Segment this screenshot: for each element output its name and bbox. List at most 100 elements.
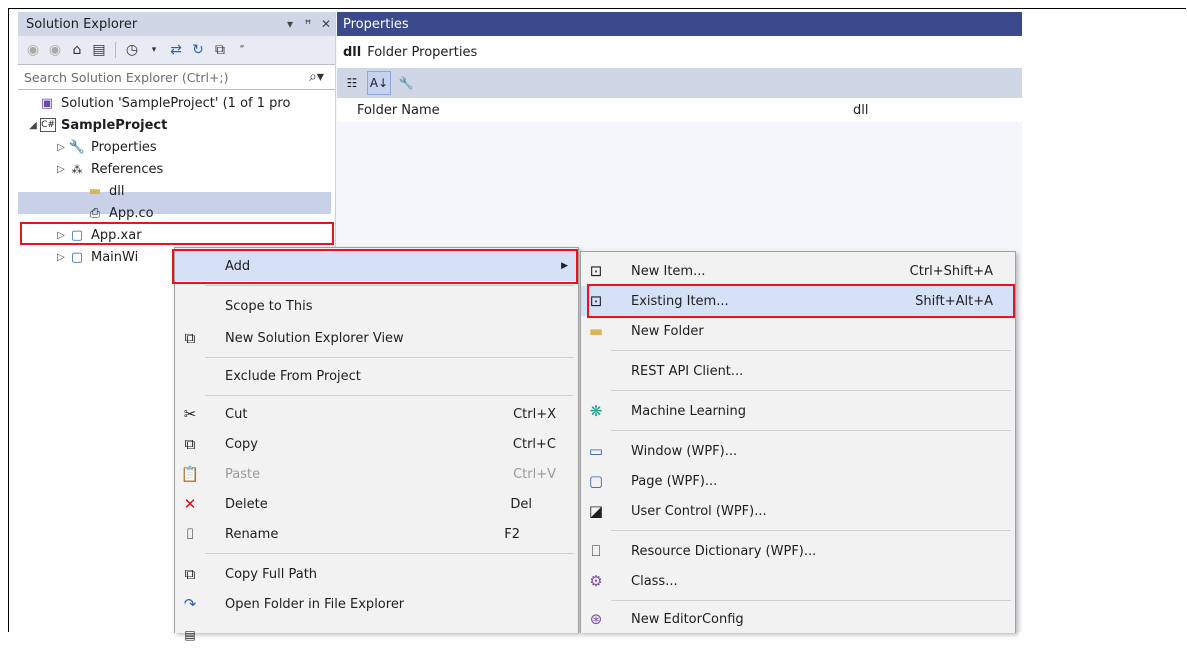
pending-changes-filter-icon[interactable]: ◷ [123, 41, 141, 59]
menu-item-scope-to-this[interactable]: Scope to This [175, 291, 578, 321]
menu-separator [611, 600, 1011, 601]
menu-item-user-control-wpf[interactable]: ◪ User Control (WPF)... [581, 496, 1015, 526]
menu-item-rest-api-client[interactable]: REST API Client... [581, 356, 1015, 386]
terminal-icon: ▤ [184, 628, 196, 642]
collapsed-arrow-icon[interactable]: ▷ [54, 252, 68, 263]
chevron-down-icon[interactable]: ▾ [145, 41, 163, 59]
open-folder-icon: ↷ [183, 595, 197, 613]
machine-learning-icon: ❋ [589, 402, 603, 420]
object-type: Folder Properties [367, 44, 478, 60]
tree-item-references[interactable]: ▷ ⁂ References [54, 158, 163, 180]
cut-icon: ✂ [183, 405, 197, 423]
tree-item-solution[interactable]: ▣ Solution 'SampleProject' (1 of 1 pro [38, 92, 291, 114]
collapsed-arrow-icon[interactable]: ▷ [54, 142, 68, 153]
properties-toolbar: ☷ A↓ 🔧 [337, 68, 1022, 98]
property-pages-icon[interactable]: 🔧 [395, 72, 417, 94]
wrench-icon: 🔧 [68, 139, 86, 155]
menu-item-rename[interactable]: ⌷ Rename F2 [175, 519, 578, 549]
solution-icon: ▣ [40, 95, 54, 111]
tree-item-properties[interactable]: ▷ 🔧 Properties [54, 136, 157, 158]
collapsed-arrow-icon[interactable]: ▷ [54, 164, 68, 175]
config-file-icon: ⎙ [89, 205, 101, 221]
copy-path-icon: ⧉ [184, 565, 196, 583]
overflow-icon[interactable]: ʺ [233, 41, 251, 59]
class-icon: ⚙ [589, 572, 603, 590]
highlight-box-add [172, 249, 578, 284]
new-folder-icon: ▬ [588, 322, 604, 340]
menu-item-delete[interactable]: ✕ Delete Del [175, 489, 578, 519]
home-icon[interactable]: ⌂ [68, 41, 86, 59]
properties-object-header: dll Folder Properties [337, 36, 1022, 68]
menu-item-exclude-from-project[interactable]: Exclude From Project [175, 361, 578, 391]
object-name: dll [343, 44, 362, 60]
alphabetical-icon[interactable]: A↓ [367, 71, 391, 95]
toolbar-separator [115, 42, 116, 58]
menu-separator [205, 553, 574, 554]
properties-title: Properties [337, 12, 1022, 36]
collapse-all-icon[interactable]: ⧉ [211, 41, 229, 59]
menu-item-copy[interactable]: ⧉ Copy Ctrl+C [175, 429, 578, 459]
search-icon[interactable]: ⌕▾ [309, 69, 335, 85]
menu-item-copy-full-path[interactable]: ⧉ Copy Full Path [175, 559, 578, 589]
search-solution-explorer-field[interactable]: Search Solution Explorer (Ctrl+;) ⌕▾ [18, 64, 335, 90]
sync-icon[interactable]: ⇄ [167, 41, 185, 59]
menu-separator [611, 530, 1011, 531]
search-input[interactable]: Search Solution Explorer (Ctrl+;) [24, 70, 309, 85]
menu-item-new-editorconfig[interactable]: ⊛ New EditorConfig [581, 604, 1015, 634]
forward-icon[interactable]: ◉ [46, 41, 64, 59]
menu-separator [611, 430, 1011, 431]
categorized-icon[interactable]: ☷ [341, 72, 363, 94]
context-menu: Add ▶ Scope to This ⧉ New Solution Explo… [174, 247, 579, 642]
copy-icon: ⧉ [184, 435, 196, 453]
rename-icon: ⌷ [185, 525, 195, 543]
property-row-folder-name[interactable]: Folder Name dll [337, 98, 1022, 122]
menu-item-open-folder[interactable]: ↷ Open Folder in File Explorer [175, 589, 578, 619]
xaml-file-icon: ▢ [70, 249, 84, 265]
menu-item-page-wpf[interactable]: ▢ Page (WPF)... [581, 466, 1015, 496]
page-icon: ▢ [588, 472, 604, 490]
property-key: Folder Name [357, 102, 440, 118]
user-control-icon: ◪ [588, 502, 604, 520]
menu-item-machine-learning[interactable]: ❋ Machine Learning [581, 396, 1015, 426]
menu-separator [611, 390, 1011, 391]
solution-explorer-title: Solution Explorer [26, 16, 138, 32]
menu-item-resource-dictionary[interactable]: ⎕ Resource Dictionary (WPF)... [581, 536, 1015, 566]
menu-item-cut-off[interactable]: ▤ [175, 620, 578, 650]
menu-item-class[interactable]: ⚙ Class... [581, 566, 1015, 596]
menu-separator [205, 395, 574, 396]
close-icon[interactable]: ✕ [317, 17, 335, 31]
highlight-box-dll [20, 222, 334, 245]
menu-item-new-item[interactable]: ⊡ New Item... Ctrl+Shift+A [581, 256, 1015, 286]
resource-dictionary-icon: ⎕ [591, 542, 601, 560]
editorconfig-icon: ⊛ [589, 610, 603, 628]
window-icon: ▭ [588, 442, 604, 460]
dropdown-icon[interactable]: ▾ [281, 17, 299, 31]
selected-row-highlight [18, 192, 331, 214]
tree-item-main-window[interactable]: ▷ ▢ MainWi [54, 246, 138, 268]
tree-item-app-config[interactable]: ⎙ App.co [86, 202, 154, 224]
folder-icon: ▬ [88, 183, 102, 199]
menu-item-paste: 📋 Paste Ctrl+V [175, 459, 578, 489]
highlight-box-existing-item [587, 284, 1015, 318]
property-value: dll [853, 102, 869, 118]
pin-icon[interactable]: ꟸ [299, 17, 317, 31]
menu-item-cut[interactable]: ✂ Cut Ctrl+X [175, 399, 578, 429]
tree-item-project[interactable]: ◢ C# SampleProject [26, 114, 167, 136]
new-item-icon: ⊡ [589, 262, 603, 280]
new-view-icon: ⧉ [184, 329, 196, 347]
delete-icon: ✕ [183, 495, 197, 513]
switch-views-icon[interactable]: ▤ [90, 41, 108, 59]
menu-separator [611, 350, 1011, 351]
menu-separator [205, 285, 574, 286]
references-icon: ⁂ [71, 162, 83, 176]
solution-explorer-titlebar: Solution Explorer ▾ ꟸ ✕ [18, 12, 335, 36]
menu-item-new-solution-explorer-view[interactable]: ⧉ New Solution Explorer View [175, 323, 578, 353]
tree-item-dll[interactable]: ▬ dll [86, 180, 125, 202]
back-icon[interactable]: ◉ [24, 41, 42, 59]
csharp-project-icon: C# [40, 118, 56, 132]
menu-item-window-wpf[interactable]: ▭ Window (WPF)... [581, 436, 1015, 466]
refresh-icon[interactable]: ↻ [189, 41, 207, 59]
expanded-arrow-icon[interactable]: ◢ [26, 120, 40, 131]
menu-item-new-folder[interactable]: ▬ New Folder [581, 316, 1015, 346]
solution-explorer-toolbar: ◉ ◉ ⌂ ▤ ◷ ▾ ⇄ ↻ ⧉ ʺ [18, 36, 335, 64]
